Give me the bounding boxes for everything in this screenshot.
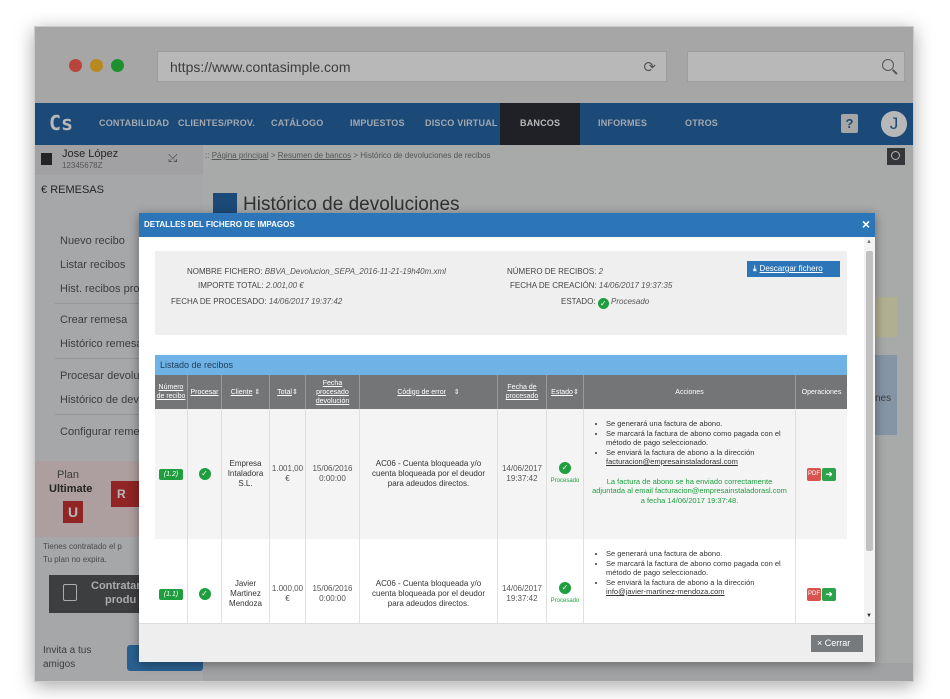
- creation-date-field: FECHA DE CREACIÓN: 14/06/2017 19:37:35: [510, 281, 672, 290]
- file-name-field: NOMBRE FICHERO: BBVA_Devolucion_SEPA_201…: [187, 267, 446, 276]
- status-value: Procesado: [611, 297, 650, 306]
- receipt-number-badge[interactable]: (1.2): [159, 468, 183, 480]
- modal-header: DETALLES DEL FICHERO DE IMPAGOS ×: [139, 213, 875, 237]
- creation-date-value: 14/06/2017 19:37:35: [598, 281, 673, 290]
- close-icon[interactable]: ×: [862, 216, 870, 232]
- total-cell: 1.001,00 €: [270, 409, 306, 539]
- processed-date-field: FECHA DE PROCESADO: 14/06/2017 19:37:42: [171, 297, 342, 306]
- total-amount-field: IMPORTE TOTAL: 2.001,00 €: [198, 281, 304, 290]
- email-link[interactable]: facturacion@empresainstaladorasl.com: [606, 457, 738, 466]
- total-amount-label: IMPORTE TOTAL:: [198, 281, 264, 290]
- col-numero[interactable]: Número de recibo: [155, 375, 188, 409]
- client-cell: Empresa Intaladora S.L.: [222, 409, 270, 539]
- arrow-right-icon[interactable]: ➜: [822, 587, 836, 601]
- processed-date-cell: 14/06/2017 19:37:42: [498, 409, 547, 539]
- status-text: Procesado: [550, 478, 580, 484]
- impagos-details-modal: DETALLES DEL FICHERO DE IMPAGOS × NOMBRE…: [139, 213, 875, 662]
- status-text: Procesado: [550, 598, 580, 604]
- process-cell: ✓: [188, 409, 222, 539]
- status-label: ESTADO:: [561, 297, 596, 306]
- close-modal-label: Cerrar: [824, 638, 851, 648]
- col-total[interactable]: Total ⇕: [270, 375, 306, 409]
- action-item: Se generará una factura de abono.: [606, 549, 795, 559]
- pdf-icon[interactable]: PDF: [807, 587, 821, 601]
- receipt-count-value: 2: [598, 267, 604, 276]
- browser-window: https://www.contasimple.com ⟳ Cs CONTABI…: [34, 26, 914, 682]
- modal-scrollbar[interactable]: ▲ ▼: [864, 237, 875, 623]
- file-name-label: NOMBRE FICHERO:: [187, 267, 263, 276]
- download-icon: ⤓: [753, 264, 757, 273]
- col-fecha-devolucion[interactable]: Fecha procesado devolución: [306, 375, 360, 409]
- processed-date-label: FECHA DE PROCESADO:: [171, 297, 267, 306]
- creation-date-label: FECHA DE CREACIÓN:: [510, 281, 597, 290]
- modal-footer: × Cerrar: [139, 623, 875, 662]
- processed-date-value: 14/06/2017 19:37:42: [268, 297, 343, 306]
- status-field: ESTADO: ✓ Procesado: [561, 297, 649, 309]
- actions-cell: Se generará una factura de abono. Se mar…: [584, 409, 796, 539]
- receipts-list-header: Listado de recibos: [155, 355, 847, 375]
- file-name-value: BBVA_Devolucion_SEPA_2016-11-21-19h40m.x…: [264, 267, 446, 276]
- check-circle-icon: ✓: [559, 462, 571, 474]
- scroll-up-icon[interactable]: ▲: [866, 239, 872, 245]
- action-item: Se enviará la factura de abono a la dire…: [606, 448, 795, 467]
- receipt-count-label: NÚMERO DE RECIBOS:: [507, 267, 597, 276]
- arrow-right-icon[interactable]: ➜: [822, 467, 836, 481]
- file-info-panel: NOMBRE FICHERO: BBVA_Devolucion_SEPA_201…: [155, 251, 847, 335]
- scroll-down-icon[interactable]: ▼: [866, 613, 872, 619]
- action-item: Se enviará la factura de abono a la dire…: [606, 578, 795, 597]
- download-file-button[interactable]: ⤓ Descargar fichero: [747, 261, 840, 277]
- scrollbar-thumb[interactable]: [866, 251, 873, 551]
- col-estado[interactable]: Estado ⇕: [547, 375, 584, 409]
- receipt-count-field: NÚMERO DE RECIBOS: 2: [507, 267, 603, 276]
- table-row: (1.2) ✓ Empresa Intaladora S.L. 1.001,00…: [155, 409, 847, 539]
- col-procesar[interactable]: Procesar: [188, 375, 222, 409]
- success-message: La factura de abono se ha enviado correc…: [592, 476, 787, 505]
- check-circle-icon: ✓: [198, 468, 211, 480]
- receipt-number: (1.2): [155, 409, 188, 539]
- col-cliente[interactable]: Cliente ⇕: [222, 375, 270, 409]
- status-cell: ✓ Procesado: [547, 409, 584, 539]
- col-codigo-error[interactable]: Código de error ⇕: [360, 375, 498, 409]
- receipts-list-title: Listado de recibos: [160, 360, 234, 370]
- modal-title: DETALLES DEL FICHERO DE IMPAGOS: [144, 220, 295, 229]
- error-code-cell: AC06 - Cuenta bloqueada y/o cuenta bloqu…: [360, 409, 498, 539]
- col-operaciones: Operaciones: [801, 388, 842, 396]
- action-item: Se generará una factura de abono.: [606, 419, 795, 429]
- col-acciones: Acciones: [584, 375, 796, 409]
- action-item: Se marcará la factura de abono como paga…: [606, 429, 795, 448]
- download-label: Descargar fichero: [759, 264, 823, 273]
- col-fecha-procesado[interactable]: Fecha de procesado: [498, 375, 547, 409]
- check-circle-icon: ✓: [597, 298, 609, 309]
- check-circle-icon: ✓: [559, 582, 571, 594]
- total-amount-value: 2.001,00 €: [265, 281, 304, 290]
- action-item: Se marcará la factura de abono como paga…: [606, 559, 795, 578]
- email-link[interactable]: info@javier-martinez-mendoza.com: [606, 587, 725, 596]
- pdf-icon[interactable]: PDF: [807, 467, 821, 481]
- receipt-number-badge[interactable]: (1.1): [159, 588, 183, 600]
- check-circle-icon: ✓: [198, 588, 211, 600]
- close-modal-button[interactable]: × Cerrar: [811, 635, 863, 652]
- close-icon: ×: [817, 638, 823, 648]
- operations-cell: PDF ➜: [796, 409, 847, 539]
- devolution-date-cell: 15/06/2016 0:00:00: [306, 409, 360, 539]
- receipts-table-header: Número de recibo Procesar Cliente ⇕ Tota…: [155, 375, 847, 409]
